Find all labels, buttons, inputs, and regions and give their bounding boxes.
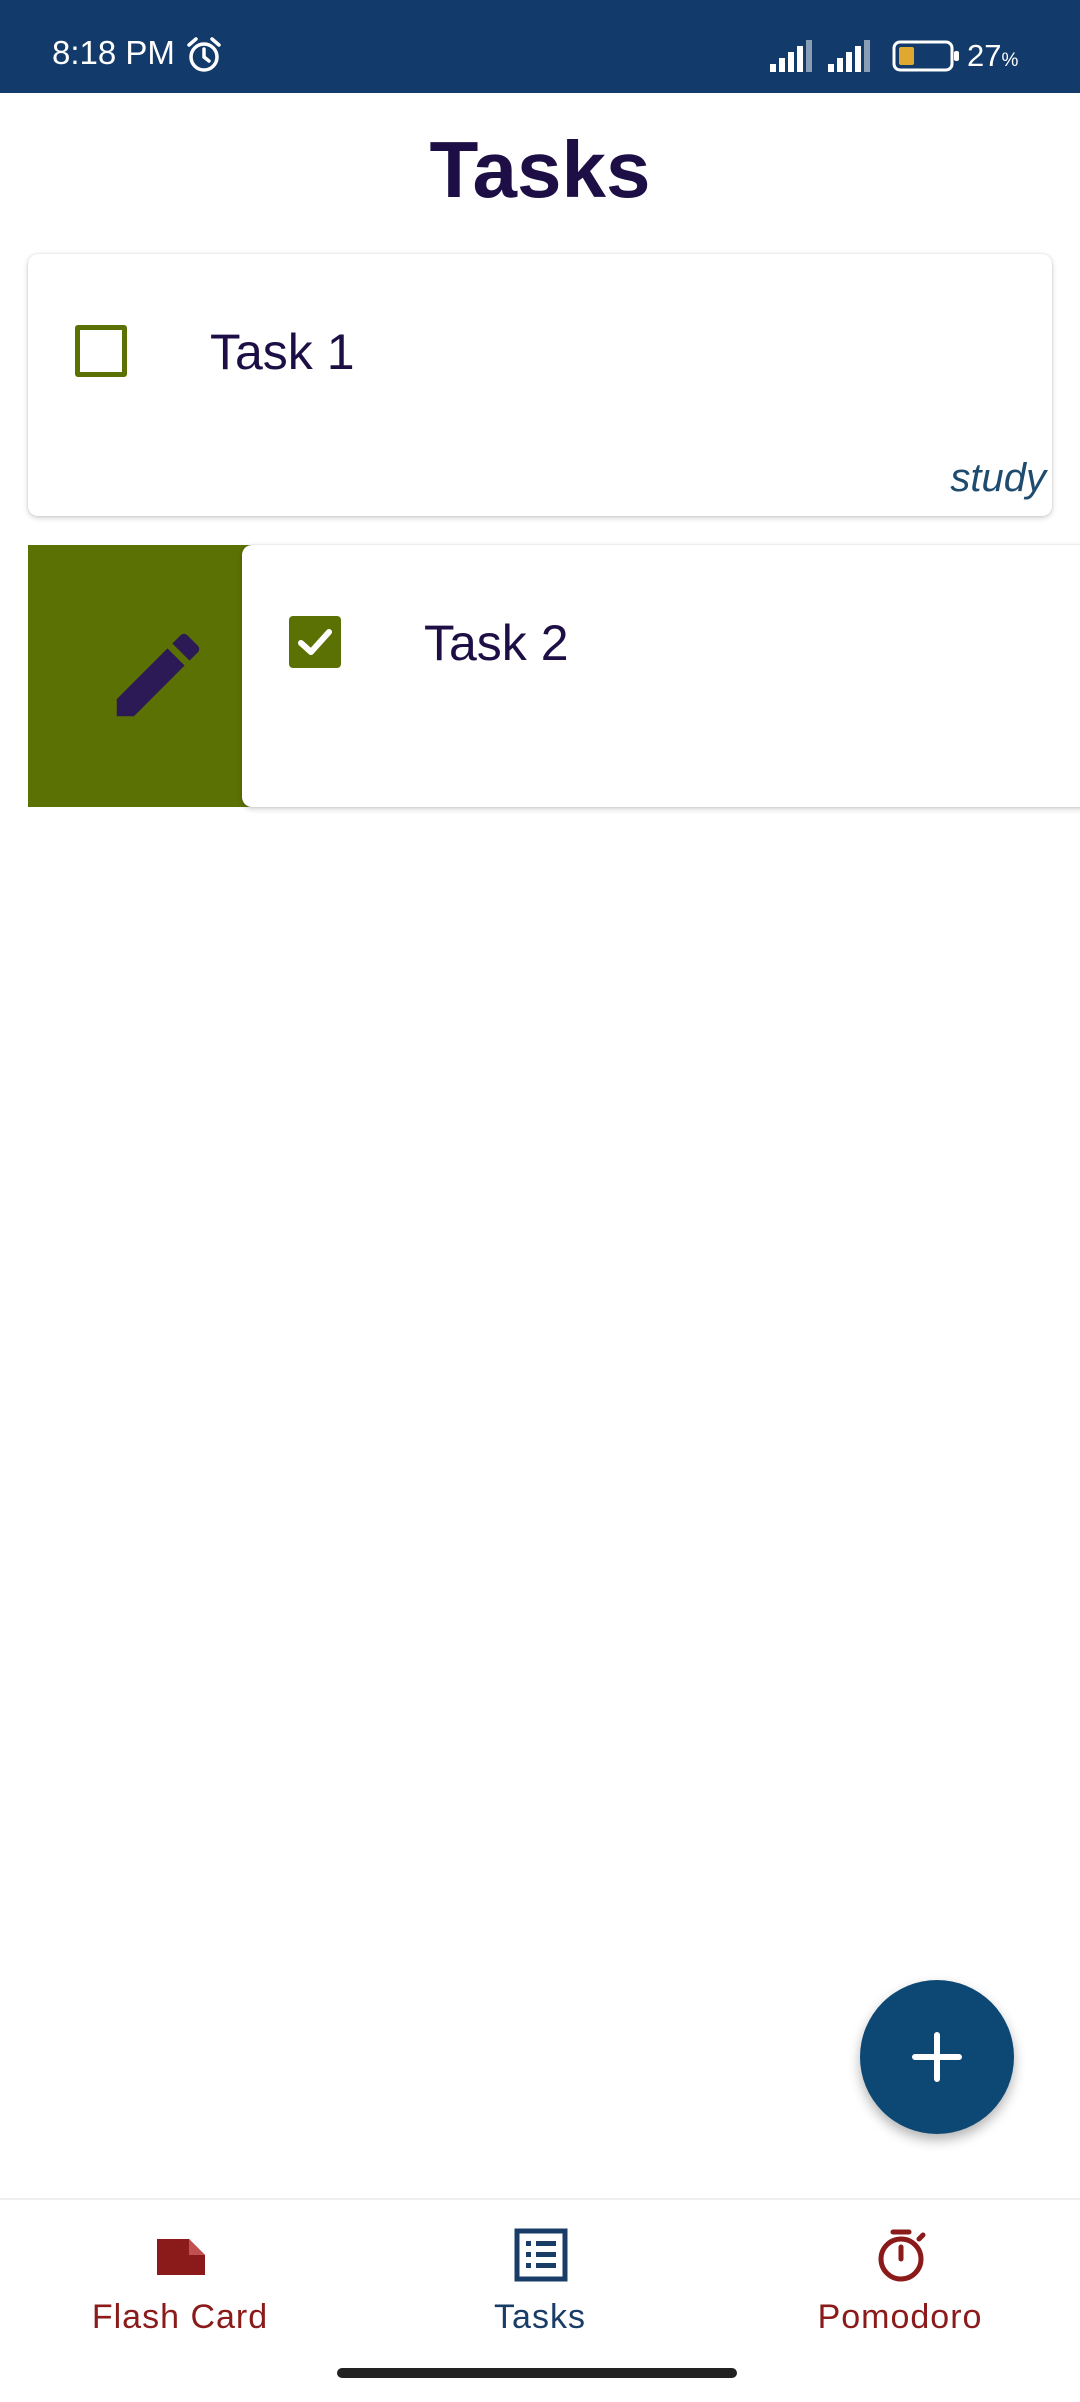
nav-item-flash-card[interactable]: Flash Card: [0, 2200, 360, 2350]
timer-icon: [878, 2229, 926, 2282]
nav-label: Tasks: [494, 2298, 586, 2336]
signal-icon: [828, 40, 878, 77]
task-checkbox[interactable]: [75, 325, 127, 377]
task-title: Task 2: [424, 615, 569, 671]
task-card[interactable]: Task 2: [242, 545, 1080, 807]
check-icon: [298, 629, 332, 655]
add-task-button[interactable]: [860, 1980, 1014, 2134]
tasks-list-icon: [514, 2228, 568, 2282]
home-indicator[interactable]: [337, 2368, 737, 2378]
nav-label: Flash Card: [91, 2298, 269, 2336]
status-bar: 8:18 PM 27%: [0, 0, 1080, 93]
battery-percent: 27%: [967, 38, 1019, 73]
nav-label: Pomodoro: [817, 2298, 983, 2336]
task-card[interactable]: Task 1 study: [28, 254, 1052, 516]
nav-item-pomodoro[interactable]: Pomodoro: [720, 2200, 1080, 2350]
plus-icon: [912, 2032, 962, 2082]
page-title: Tasks: [429, 125, 651, 214]
alarm-icon: [185, 36, 223, 79]
flash-card-icon: [157, 2239, 205, 2275]
status-time: 8:18 PM: [52, 34, 175, 71]
task-checkbox-checked[interactable]: [289, 616, 341, 668]
edit-icon[interactable]: [103, 620, 213, 735]
task-title: Task 1: [210, 324, 355, 380]
task-category: study: [950, 456, 1046, 500]
battery-icon: [892, 40, 962, 77]
nav-item-tasks[interactable]: Tasks: [360, 2200, 720, 2350]
signal-icon: [770, 40, 820, 77]
